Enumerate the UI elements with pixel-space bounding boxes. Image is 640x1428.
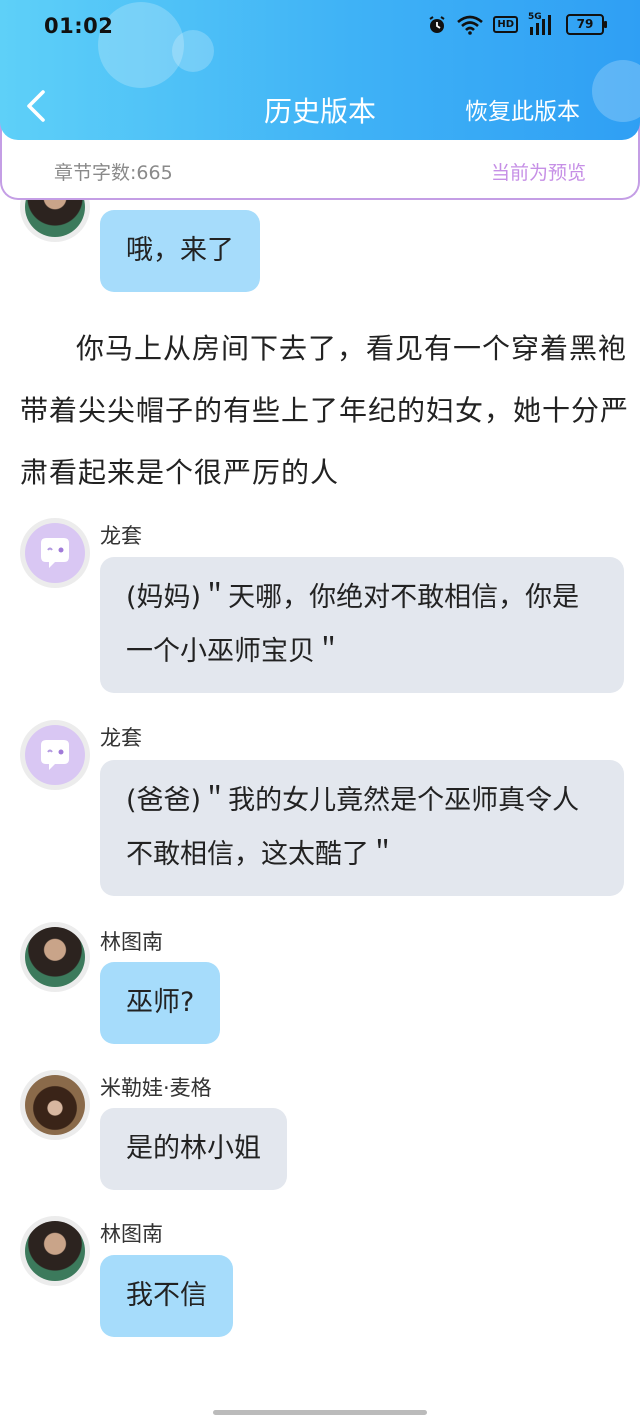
message-bubble[interactable]: (妈妈)＂天哪，你绝对不敢相信，你是一个小巫师宝贝＂	[100, 557, 624, 693]
status-time: 01:02	[44, 14, 114, 38]
message-bubble[interactable]: 我不信	[100, 1255, 233, 1337]
chapter-word-count: 章节字数:665	[54, 162, 173, 184]
avatar[interactable]	[20, 1070, 90, 1140]
message-text: 是的林小姐	[126, 1133, 261, 1164]
restore-version-button[interactable]: 恢复此版本	[465, 92, 580, 126]
message-text: (妈妈)＂天哪，你绝对不敢相信，你是一个小巫师宝贝＂	[126, 582, 580, 667]
battery-icon: 79	[566, 14, 607, 35]
message-text: 巫师?	[126, 987, 195, 1018]
portrait-image	[25, 1075, 85, 1135]
message-bubble[interactable]: 是的林小姐	[100, 1108, 287, 1190]
portrait-image	[25, 1221, 85, 1281]
portrait-image	[25, 927, 85, 987]
message-bubble[interactable]: (爸爸)＂我的女儿竟然是个巫师真令人不敢相信，这太酷了＂	[100, 760, 624, 896]
speaker-name: 龙套	[100, 524, 142, 548]
status-bar: 01:02 HD 5G 79	[0, 0, 640, 56]
avatar[interactable]	[20, 720, 90, 790]
message-text: 我不信	[126, 1280, 207, 1311]
alarm-icon	[429, 15, 445, 33]
app-header: 01:02 HD 5G 79 历史版本 恢复此版本	[0, 0, 640, 140]
signal-icon: 5G	[528, 12, 556, 35]
wifi-icon	[457, 15, 484, 35]
narration-text: 你马上从房间下去了，看见有一个穿着黑袍带着尖尖帽子的有些上了年纪的妇女，她十分严…	[20, 332, 630, 489]
avatar[interactable]	[20, 922, 90, 992]
chat-bot-icon	[25, 523, 85, 583]
avatar[interactable]	[20, 518, 90, 588]
preview-status: 当前为预览	[490, 162, 586, 184]
message-bubble[interactable]: 哦，来了	[100, 210, 260, 292]
speaker-name: 米勒娃·麦格	[100, 1076, 212, 1100]
message-text: 哦，来了	[126, 235, 234, 266]
speaker-name: 林图南	[100, 1222, 163, 1246]
message-bubble[interactable]: 巫师?	[100, 962, 221, 1044]
home-indicator[interactable]	[213, 1410, 427, 1415]
chat-bot-icon	[25, 725, 85, 785]
speaker-name: 林图南	[100, 930, 163, 954]
speaker-name: 龙套	[100, 726, 142, 750]
hd-badge: HD	[493, 16, 518, 33]
message-text: (爸爸)＂我的女儿竟然是个巫师真令人不敢相信，这太酷了＂	[126, 785, 580, 870]
status-icons: HD 5G 79	[427, 12, 607, 35]
avatar[interactable]	[20, 1216, 90, 1286]
